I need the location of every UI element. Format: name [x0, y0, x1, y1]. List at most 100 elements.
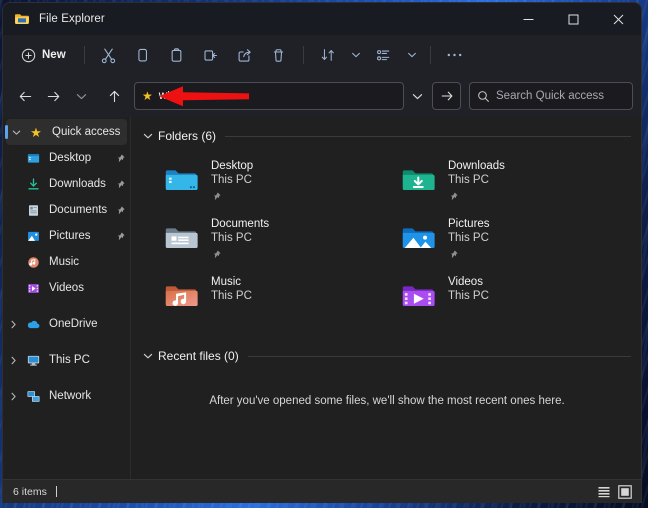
folder-location: This PC	[448, 174, 489, 186]
title-bar: File Explorer	[3, 3, 641, 35]
sidebar-item-downloads[interactable]: Downloads	[3, 171, 130, 197]
folder-location: This PC	[211, 174, 252, 186]
chevron-right-icon[interactable]	[3, 356, 23, 365]
up-button[interactable]	[100, 82, 128, 110]
forward-button[interactable]	[39, 82, 67, 110]
sidebar-item-label: OneDrive	[49, 318, 98, 330]
chevron-down-icon[interactable]	[143, 351, 153, 361]
folder-tile-videos[interactable]: Videos This PC	[394, 272, 631, 320]
folder-name: Videos	[448, 276, 483, 288]
content-pane: Folders (6) Desktop This PC Downloads Th…	[131, 117, 641, 479]
cut-button[interactable]	[92, 40, 126, 70]
rename-button[interactable]	[194, 40, 228, 70]
chevron-down-icon[interactable]	[6, 128, 26, 137]
close-icon[interactable]	[596, 3, 641, 35]
sidebar-item-documents[interactable]: Documents	[3, 197, 130, 223]
folder-tile-desktop[interactable]: Desktop This PC	[157, 156, 394, 204]
sidebar-item-label: Music	[49, 256, 80, 268]
address-input[interactable]: ★ wt	[134, 82, 404, 110]
recent-locations-button[interactable]	[67, 82, 95, 110]
pin-icon	[115, 231, 126, 242]
star-icon: ★	[30, 124, 42, 140]
more-options-button[interactable]	[438, 40, 472, 70]
arrow-up-icon	[109, 90, 119, 102]
divider	[225, 135, 631, 137]
sidebar-item-videos[interactable]: Videos	[3, 275, 130, 301]
folder-name: Documents	[211, 218, 270, 230]
folder-tile-downloads[interactable]: Downloads This PC	[394, 156, 631, 204]
folder-name: Pictures	[448, 218, 490, 230]
recent-files-group-title: Recent files (0)	[158, 349, 239, 363]
onedrive-cloud-icon	[23, 317, 43, 332]
folder-tile-text: Music This PC	[211, 272, 252, 320]
chevron-right-icon[interactable]	[3, 392, 23, 401]
minimize-icon[interactable]	[506, 3, 551, 35]
folder-tile-text: Desktop This PC	[211, 156, 253, 204]
view-chevron-down-icon[interactable]	[401, 50, 423, 60]
share-button[interactable]	[228, 40, 262, 70]
sidebar-item-label: Network	[49, 390, 92, 402]
address-chevron-down-icon[interactable]	[404, 83, 431, 109]
videos-folder-icon	[394, 272, 442, 320]
sidebar-item-onedrive[interactable]: OneDrive	[3, 311, 130, 337]
new-button[interactable]: New	[13, 40, 77, 70]
sidebar-item-network[interactable]: Network	[3, 383, 130, 409]
recent-files-group-header[interactable]: Recent files (0)	[143, 342, 631, 370]
folder-location: This PC	[211, 290, 252, 302]
folder-tile-documents[interactable]: Documents This PC	[157, 214, 394, 262]
pin-icon	[115, 179, 126, 190]
folders-group-header[interactable]: Folders (6)	[143, 122, 631, 150]
back-button[interactable]	[11, 82, 39, 110]
sort-chevron-down-icon[interactable]	[345, 50, 367, 60]
sidebar-item-quick-access[interactable]: ★ Quick access	[5, 119, 127, 145]
sidebar-item-pictures[interactable]: Pictures	[3, 223, 130, 249]
search-input[interactable]: Search Quick access	[469, 82, 633, 110]
folder-tile-text: Documents This PC	[211, 214, 269, 262]
navigation-pane[interactable]: ★ Quick access Desktop Downloads Documen…	[3, 117, 131, 479]
file-explorer-window: File Explorer New ★ wt Search Quick acce…	[2, 2, 642, 503]
folder-icon	[14, 11, 30, 27]
divider	[247, 355, 631, 357]
rename-icon	[204, 49, 218, 61]
text-caret	[55, 486, 57, 497]
sidebar-item-this-pc[interactable]: This PC	[3, 347, 130, 373]
sidebar-item-music[interactable]: Music	[3, 249, 130, 275]
new-button-label: New	[42, 49, 66, 61]
details-view-icon[interactable]	[596, 484, 612, 500]
window-controls	[506, 3, 641, 35]
paste-button[interactable]	[160, 40, 194, 70]
ellipsis-icon	[447, 53, 462, 57]
folder-name: Music	[211, 276, 242, 288]
chevron-right-icon[interactable]	[3, 320, 23, 329]
sort-button[interactable]	[311, 40, 345, 70]
folder-name: Desktop	[211, 160, 254, 172]
copy-button[interactable]	[126, 40, 160, 70]
folder-grid: Desktop This PC Downloads This PC Docume…	[143, 156, 631, 320]
pictures-folder-icon	[23, 229, 43, 244]
folders-group-title: Folders (6)	[158, 129, 217, 143]
view-button[interactable]	[367, 40, 401, 70]
arrow-right-icon	[441, 91, 452, 101]
large-icons-view-icon[interactable]	[617, 484, 633, 500]
sidebar-item-label: Quick access	[52, 126, 121, 138]
divider	[429, 46, 431, 64]
sidebar-item-label: Pictures	[49, 230, 91, 242]
arrow-right-icon	[47, 91, 59, 101]
folder-location: This PC	[448, 290, 489, 302]
go-button[interactable]	[432, 82, 461, 110]
delete-button[interactable]	[262, 40, 296, 70]
music-folder-icon	[23, 255, 43, 270]
chevron-down-icon[interactable]	[143, 131, 153, 141]
folder-tile-pictures[interactable]: Pictures This PC	[394, 214, 631, 262]
main-body: ★ Quick access Desktop Downloads Documen…	[3, 117, 641, 479]
share-icon	[238, 48, 251, 62]
folder-tile-music[interactable]: Music This PC	[157, 272, 394, 320]
sidebar-item-label: This PC	[49, 354, 90, 366]
copy-icon	[138, 48, 148, 62]
sidebar-item-desktop[interactable]: Desktop	[3, 145, 130, 171]
maximize-icon[interactable]	[551, 3, 596, 35]
command-bar: New	[3, 35, 641, 75]
pictures-folder-icon	[394, 214, 442, 262]
